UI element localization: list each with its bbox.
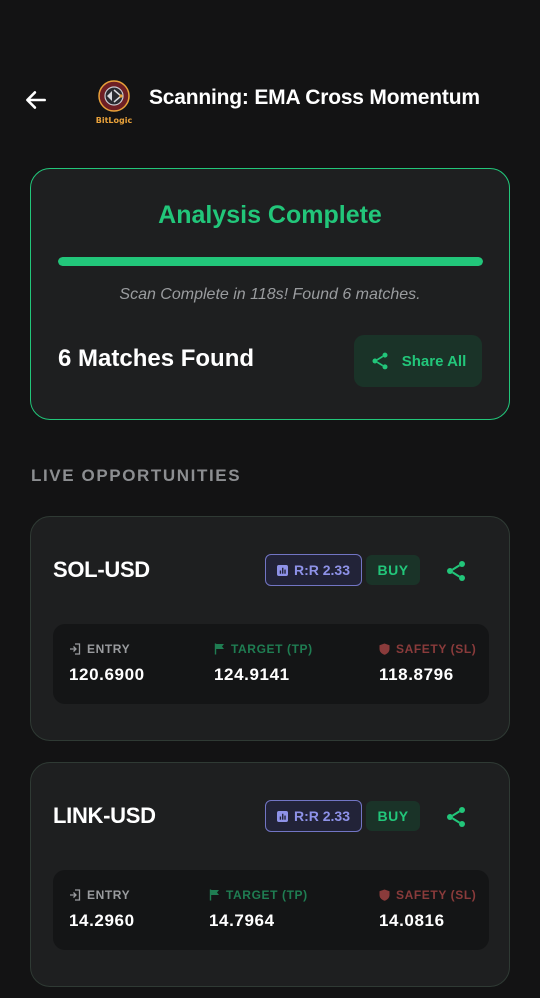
flag-icon — [214, 643, 224, 655]
bitlogic-logo-icon — [98, 80, 130, 112]
symbol-label: SOL-USD — [53, 557, 150, 582]
target-label: TARGET (TP) — [226, 888, 308, 902]
arrow-left-icon — [26, 91, 46, 109]
scan-progress-fill — [58, 257, 483, 266]
login-icon — [70, 643, 81, 655]
entry-level: ENTRY 120.6900 — [69, 642, 145, 685]
flag-icon — [209, 889, 219, 901]
entry-value: 14.2960 — [69, 911, 135, 930]
logo-wordmark: BitLogic — [95, 116, 133, 125]
target-level: TARGET (TP) 14.7964 — [209, 888, 308, 931]
analysis-status-title: Analysis Complete — [158, 201, 382, 229]
matches-count: 6 Matches Found — [58, 345, 255, 372]
entry-label: ENTRY — [87, 888, 131, 902]
signal-badge: BUY — [366, 801, 420, 831]
share-button[interactable] — [442, 803, 470, 831]
app-header: BitLogic Scanning: EMA Cross Momentum — [0, 68, 540, 132]
back-button[interactable] — [20, 84, 52, 116]
signal-label: BUY — [377, 808, 409, 824]
share-icon — [447, 807, 465, 827]
app-logo: BitLogic — [92, 78, 136, 128]
safety-level: SAFETY (SL) 14.0816 — [379, 888, 476, 931]
chart-icon — [276, 564, 288, 576]
share-all-button[interactable]: Share All — [354, 335, 482, 387]
entry-level: ENTRY 14.2960 — [69, 888, 135, 931]
opportunity-card[interactable]: LINK-USD R:R 2.33 BUY ENTRY 14.2960 TARG… — [30, 762, 510, 987]
scan-status-text: Scan Complete in 118s! Found 6 matches. — [119, 286, 421, 303]
signal-badge: BUY — [366, 555, 420, 585]
entry-value: 120.6900 — [69, 665, 145, 684]
scan-progress-bar — [58, 257, 483, 266]
share-all-label: Share All — [401, 352, 467, 370]
risk-reward-badge: R:R 2.33 — [265, 554, 362, 586]
signal-label: BUY — [377, 562, 409, 578]
target-label: TARGET (TP) — [231, 642, 313, 656]
scan-summary-card: Analysis Complete Scan Complete in 118s!… — [30, 168, 510, 420]
safety-label: SAFETY (SL) — [396, 642, 477, 656]
target-value: 14.7964 — [209, 911, 275, 930]
trade-levels-panel: ENTRY 120.6900 TARGET (TP) 124.9141 SAFE… — [53, 624, 489, 704]
target-level: TARGET (TP) 124.9141 — [214, 642, 313, 685]
section-heading: LIVE OPPORTUNITIES — [31, 466, 242, 485]
share-icon — [372, 352, 388, 370]
safety-label: SAFETY (SL) — [396, 888, 477, 902]
safety-value: 14.0816 — [379, 911, 445, 930]
risk-reward-badge: R:R 2.33 — [265, 800, 362, 832]
entry-label: ENTRY — [87, 642, 131, 656]
shield-icon — [379, 889, 390, 901]
page-title: Scanning: EMA Cross Momentum — [149, 86, 480, 109]
trade-levels-panel: ENTRY 14.2960 TARGET (TP) 14.7964 SAFETY… — [53, 870, 489, 950]
symbol-label: LINK-USD — [53, 803, 156, 828]
safety-value: 118.8796 — [379, 665, 454, 684]
login-icon — [70, 889, 81, 901]
opportunity-card[interactable]: SOL-USD R:R 2.33 BUY ENTRY 120.6900 TARG… — [30, 516, 510, 741]
chart-icon — [276, 810, 288, 822]
risk-reward-label: R:R 2.33 — [293, 808, 351, 824]
risk-reward-label: R:R 2.33 — [293, 562, 351, 578]
safety-level: SAFETY (SL) 118.8796 — [379, 642, 476, 685]
shield-icon — [379, 643, 390, 655]
share-icon — [447, 561, 465, 581]
share-button[interactable] — [442, 557, 470, 585]
target-value: 124.9141 — [214, 665, 290, 684]
